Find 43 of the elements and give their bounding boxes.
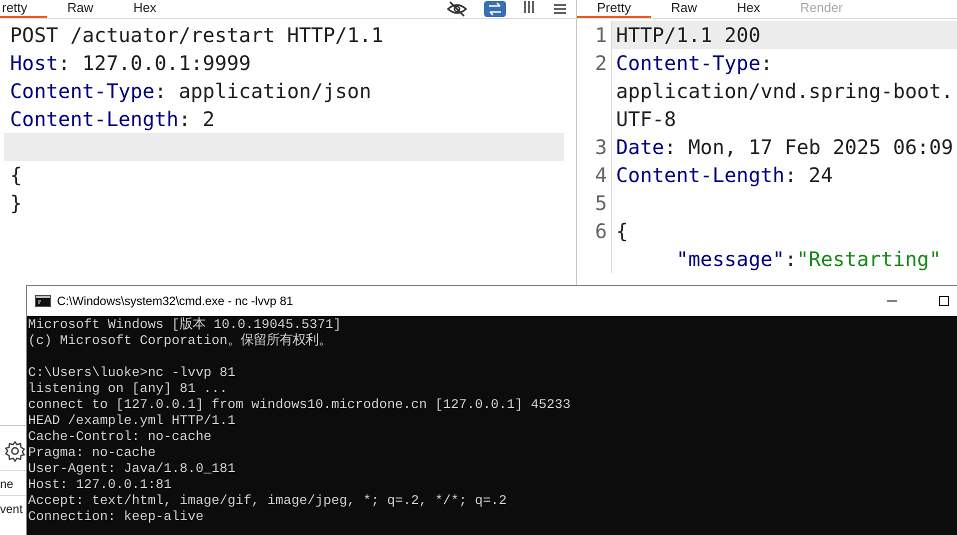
console-line: listening on [any] 81 ...: [28, 381, 228, 397]
settings-icon[interactable]: [4, 440, 26, 462]
console-icon: [35, 295, 51, 307]
code-line: Content-Length: 2: [10, 106, 216, 133]
console-line: Host: 127.0.0.1:81: [28, 477, 173, 493]
console-line: Cache-Control: no-cache: [28, 429, 213, 445]
window-title: C:\Windows\system32\cmd.exe - nc -lvvp 81: [57, 294, 294, 308]
maximize-icon: [938, 295, 950, 307]
hide-icon[interactable]: [446, 1, 468, 17]
editor-tab[interactable]: Raw: [650, 0, 717, 18]
editor-tab[interactable]: Hex: [716, 0, 780, 18]
console-line: HEAD /example.yml HTTP/1.1: [28, 413, 236, 429]
console-line: (c) Microsoft Corporation。保留所有权利。: [28, 333, 332, 349]
code-line: Content-Type:: [615, 50, 774, 77]
code-line: Date: Mon, 17 Feb 2025 06:09: [615, 134, 954, 161]
code-line: Content-Length: 24: [615, 162, 834, 189]
line-number: 3: [577, 133, 612, 161]
menu-icon[interactable]: [552, 1, 568, 17]
editor-tab[interactable]: Raw: [47, 0, 114, 18]
editor-tab[interactable]: Hex: [113, 0, 176, 18]
line-number: 2: [577, 49, 612, 77]
code-line: {: [615, 218, 630, 245]
code-line: {: [10, 162, 24, 189]
code-line: Host: 127.0.0.1:9999: [10, 50, 252, 77]
line-number: 5: [577, 189, 612, 217]
console-line: Pragma: no-cache: [28, 445, 157, 461]
console-line: Microsoft Windows [版本 10.0.19045.5371]: [28, 317, 342, 333]
code-line: "message":"Restarting": [675, 246, 942, 273]
console-line: C:\Users\luoke>nc -lvvp 81: [28, 365, 236, 381]
console-line: Accept: text/html, image/gif, image/jpeg, *; q=.2, */*; q=.2: [28, 493, 508, 509]
editor-tab[interactable]: Pretty: [577, 0, 651, 18]
line-number: 4: [577, 161, 612, 189]
line-number: 6: [577, 217, 612, 245]
console-line: Connection: keep-alive: [28, 509, 205, 525]
code-line: UTF-8: [615, 106, 678, 133]
code-line: POST /actuator/restart HTTP/1.1: [10, 22, 384, 49]
editor-tab[interactable]: retty: [0, 0, 48, 18]
code-line: application/vnd.spring-boot.: [615, 78, 954, 105]
code-line: }: [10, 190, 24, 217]
wrap-icon[interactable]: [484, 1, 506, 17]
console-line: connect to [127.0.0.1] from windows10.microdone.cn [127.0.0.1] 45233: [28, 397, 572, 413]
code-line: Content-Type: application/json: [10, 78, 372, 105]
console-line: User-Agent: Java/1.8.0_181: [28, 461, 236, 477]
